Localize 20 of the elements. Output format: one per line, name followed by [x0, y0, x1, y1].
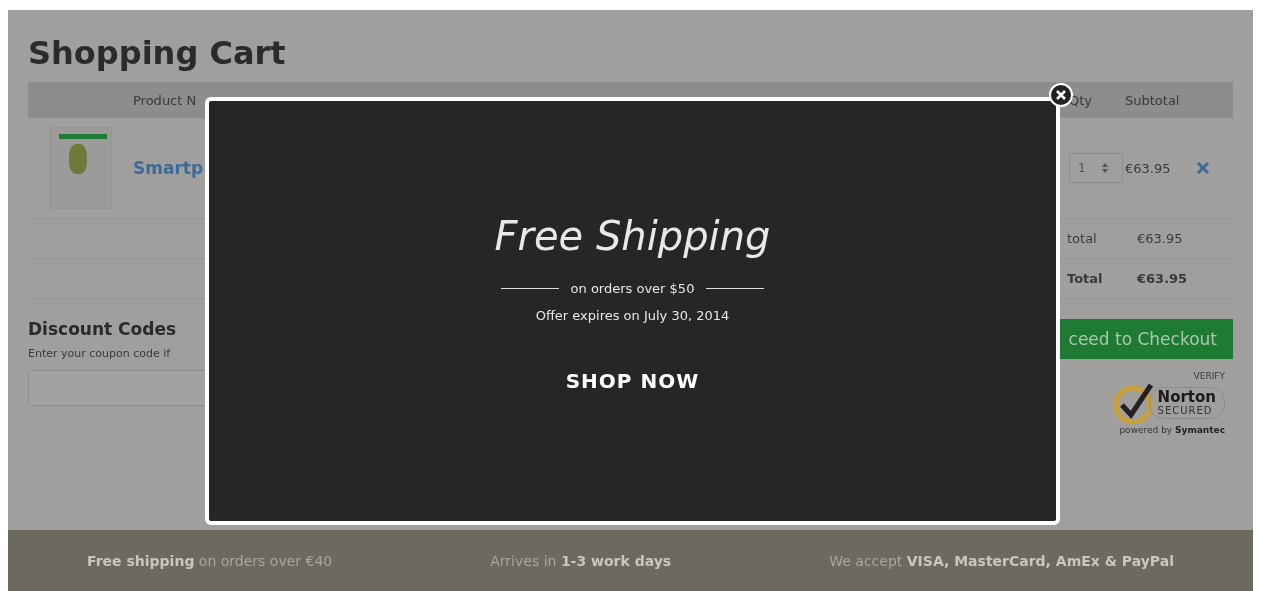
discount-heading: Discount Codes [28, 319, 178, 339]
norton-secured-badge: VERIFY Norton SECURED powered by Symantec [1095, 371, 1225, 435]
popup-subtitle: on orders over $50 [570, 281, 695, 296]
popup-title: Free Shipping [494, 213, 771, 259]
column-header: Product N [133, 92, 197, 108]
line-subtotal: €63.95 [1125, 160, 1172, 176]
total-label: total [1067, 231, 1098, 246]
page-title: Shopping Cart [28, 33, 287, 74]
coupon-hint: Enter your coupon code if [28, 347, 172, 360]
total-value: €63.95 [1137, 271, 1189, 286]
quantity-field[interactable]: 1 [1069, 153, 1123, 183]
shop-now-link[interactable]: SHOP NOW [565, 369, 700, 393]
footer-note: We accept VISA, MasterCard, AmEx & PayPal [829, 552, 1174, 569]
column-header: Subtotal [1125, 92, 1181, 108]
footer-note: Arrives in 1-3 work days [490, 552, 672, 569]
total-label: Total [1067, 271, 1104, 286]
total-value: €63.95 [1137, 231, 1184, 246]
footer-note: Free shipping on orders over €40 [87, 552, 333, 569]
popup-expiry: Offer expires on July 30, 2014 [535, 308, 730, 323]
spinner-icon [1101, 163, 1108, 173]
